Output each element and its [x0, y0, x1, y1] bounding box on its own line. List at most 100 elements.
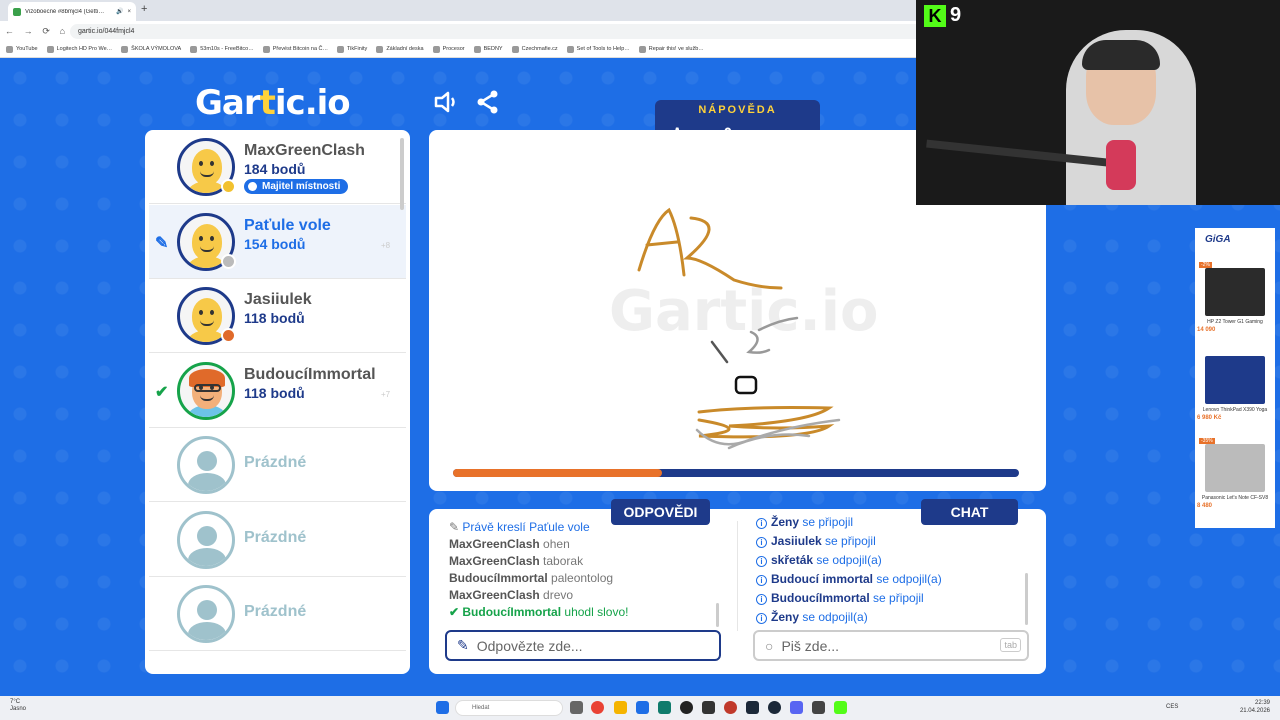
app-icon-5[interactable]: [812, 701, 825, 714]
bookmark-item[interactable]: TikFinity: [337, 45, 368, 53]
chat-author: Budoucí immortal: [771, 572, 874, 586]
chat-text: se odpojil(a): [816, 553, 882, 567]
ad-product-price: 6 980 Kč: [1197, 415, 1222, 421]
ad-product[interactable]: -2% HP Z2 Tower G1 Gaming 14 090: [1197, 262, 1273, 333]
bookmark-favicon-icon: [566, 45, 574, 53]
bookmark-favicon-icon: [262, 45, 270, 53]
browser-tab[interactable]: Vizoboecné #8bmjcl4 (Getti… 🔊 ×: [8, 2, 136, 21]
tab-key-hint: tab: [1000, 638, 1021, 652]
points-gained: +8: [381, 240, 391, 250]
answer-line: BudoucíImmortal paleontolog: [449, 570, 719, 587]
bookmark-item[interactable]: YouTube: [6, 45, 38, 53]
bookmark-item[interactable]: Logitech HD Pro We…: [46, 45, 113, 53]
check-icon: ✔: [449, 605, 463, 619]
weather-desc: Jasno: [10, 706, 27, 712]
player-row[interactable]: MaxGreenClash 184 bodů Majitel místnosti: [149, 130, 406, 204]
folder-icon[interactable]: [614, 701, 627, 714]
app-icon-6[interactable]: [834, 701, 847, 714]
app-icon-4[interactable]: [746, 701, 759, 714]
chat-author: Ženy: [771, 515, 800, 529]
chat-text: se odpojil(a): [802, 610, 868, 624]
player-row[interactable]: Paťule vole 154 bodů ✎ +8: [149, 204, 406, 279]
app-icon-3[interactable]: [724, 701, 737, 714]
answer-author: BudoucíImmortal: [449, 571, 548, 585]
edge-icon[interactable]: [658, 701, 671, 714]
player-name: MaxGreenClash: [244, 142, 365, 159]
bookmark-item[interactable]: Czechmafie.cz: [511, 45, 558, 53]
empty-avatar-icon: [177, 585, 235, 643]
new-tab-button[interactable]: +: [141, 3, 147, 15]
bookmark-label: Logitech HD Pro We…: [56, 46, 113, 52]
bookmark-item[interactable]: Převést Bitcoin na Č…: [262, 45, 328, 53]
tab-answers[interactable]: ODPOVĚDI: [611, 499, 710, 525]
answer-text: taborak: [543, 554, 584, 568]
info-icon: i: [756, 594, 767, 605]
bookmark-item[interactable]: Základní deska: [376, 45, 424, 53]
ad-product[interactable]: -35% Panasonic Let's Note CF-SV8 8 480: [1197, 438, 1273, 509]
task-view-icon[interactable]: [570, 701, 583, 714]
chat-input[interactable]: ○ Piš zde... tab: [753, 630, 1029, 661]
share-icon[interactable]: [475, 90, 501, 114]
players-scrollbar[interactable]: [400, 138, 404, 210]
discord-icon[interactable]: [790, 701, 803, 714]
reload-icon[interactable]: ⟳: [42, 26, 50, 37]
ad-product-image: [1205, 356, 1265, 404]
bookmark-item[interactable]: 53m10s - FreeBitco…: [190, 45, 254, 53]
bookmark-favicon-icon: [376, 45, 384, 53]
steam-icon[interactable]: [768, 701, 781, 714]
forward-icon[interactable]: →: [24, 26, 33, 37]
store-icon[interactable]: [636, 701, 649, 714]
avatar-face: [192, 298, 222, 334]
player-name: Paťule vole: [244, 216, 331, 234]
bookmark-item[interactable]: Repair this! ve služb…: [638, 45, 704, 53]
language-indicator[interactable]: CES: [1166, 704, 1178, 710]
weather-temp: 7°C: [10, 699, 21, 705]
hint-label: NÁPOVĚDA: [698, 104, 777, 116]
answer-text: paleontolog: [551, 571, 614, 585]
player-name: Jasiiulek: [244, 291, 312, 308]
back-icon[interactable]: ←: [5, 26, 14, 37]
windows-start-icon[interactable]: [436, 701, 449, 714]
sound-icon[interactable]: [433, 90, 459, 114]
ad-brand: GiGA: [1205, 234, 1231, 245]
avatar-eye: [199, 310, 203, 315]
answer-input[interactable]: ✎ Odpovězte zde...: [445, 630, 721, 661]
player-row[interactable]: Jasiiulek 118 bodů: [149, 279, 406, 353]
weather-widget[interactable]: 7°C Jasno: [10, 699, 26, 713]
bookmark-favicon-icon: [511, 45, 519, 53]
pencil-icon: ✎: [155, 234, 169, 252]
home-icon[interactable]: ⌂: [60, 26, 65, 37]
streamer-headphones: [1082, 40, 1160, 70]
ad-product-price: 14 090: [1197, 327, 1216, 333]
ad-banner[interactable]: GiGA -2% HP Z2 Tower G1 Gaming 14 090 Lenov…: [1195, 228, 1275, 528]
close-tab-icon[interactable]: ×: [127, 9, 131, 15]
answer-line: MaxGreenClash drevo: [449, 587, 719, 604]
avatar-body: [188, 473, 226, 491]
ad-product[interactable]: Lenovo ThinkPad X390 Yoga 6 980 Kč: [1197, 356, 1273, 421]
bookmark-label: TikFinity: [347, 46, 368, 52]
answer-text: uhodl slovo!: [564, 605, 629, 619]
bookmark-item[interactable]: Procesor: [432, 45, 465, 53]
app-icon-1[interactable]: [680, 701, 693, 714]
chat-scrollbar[interactable]: [1025, 573, 1028, 625]
pencil-icon: ✎: [457, 637, 469, 653]
room-owner-badge: Majitel místnosti: [244, 179, 349, 194]
speaker-icon[interactable]: 🔊: [116, 8, 123, 15]
answers-scrollbar[interactable]: [716, 603, 719, 627]
player-points: 118 bodů: [244, 384, 305, 401]
bookmark-item[interactable]: ŠKOLA VÝMOLOVA: [121, 45, 182, 53]
clock[interactable]: 22:39 21.04.2026: [1240, 699, 1270, 715]
bookmark-item[interactable]: BEDNY: [473, 45, 503, 53]
ad-product-name: Lenovo ThinkPad X390 Yoga: [1202, 407, 1268, 413]
chrome-icon[interactable]: [591, 701, 604, 714]
player-row[interactable]: BudoucíImmortal 118 bodů ✔ +7: [149, 354, 406, 428]
answer-author: BudoucíImmortal: [462, 605, 562, 619]
ad-product-image: [1205, 444, 1265, 492]
bookmark-label: ŠKOLA VÝMOLOVA: [131, 46, 182, 52]
bookmark-item[interactable]: Set of Tools to Help…: [566, 45, 630, 53]
bookmark-favicon-icon: [337, 45, 345, 53]
tab-chat[interactable]: CHAT: [921, 499, 1018, 525]
avatar-head: [197, 525, 217, 546]
app-icon-2[interactable]: [702, 701, 715, 714]
taskbar-search[interactable]: Hledat: [455, 700, 563, 716]
